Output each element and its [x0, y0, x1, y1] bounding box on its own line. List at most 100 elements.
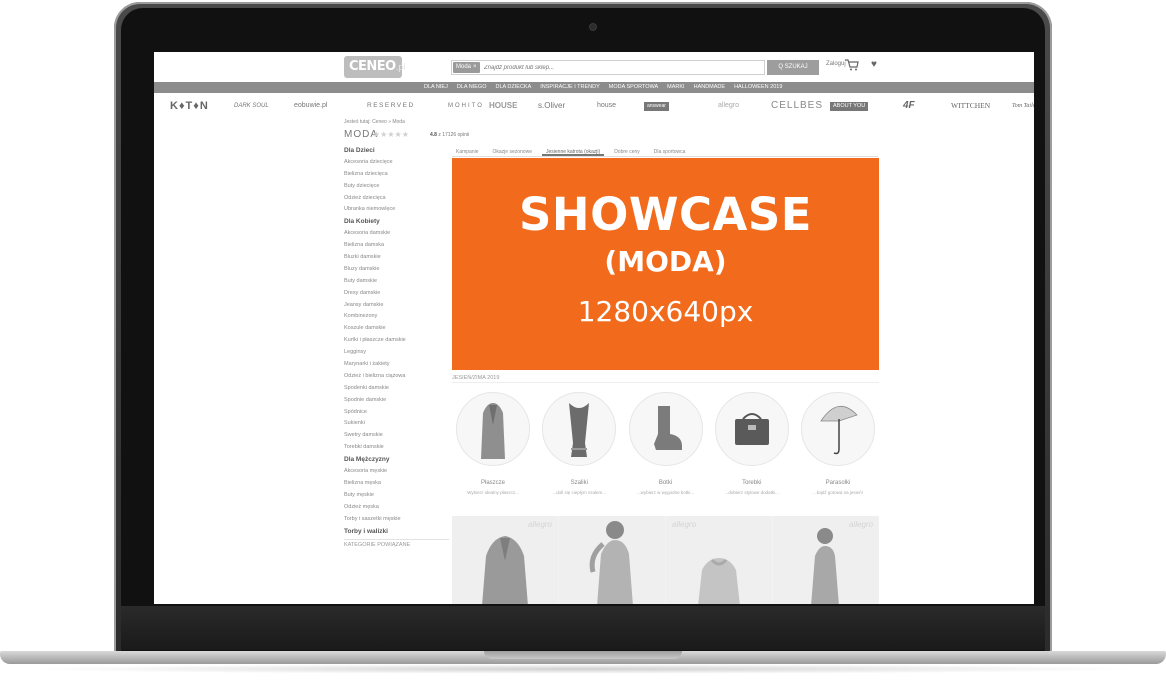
- promo-tab[interactable]: Dobre ceny: [610, 147, 644, 156]
- category-tile[interactable]: Parasolki ...bądź gotowa na jesień!: [797, 392, 879, 496]
- brand-logo[interactable]: DARK SOUL: [234, 95, 269, 117]
- login-link[interactable]: Zaloguj: [826, 61, 846, 67]
- sidebar-item[interactable]: Akcesoria dziecięce: [344, 157, 444, 169]
- brand-logo[interactable]: HOUSE: [489, 95, 517, 117]
- category-description: ...doll się ciepłym szalem...: [552, 490, 607, 495]
- promo-tab[interactable]: Dla sportowca: [650, 147, 690, 156]
- sidebar-item[interactable]: Dresy damskie: [344, 288, 444, 300]
- related-categories-heading: KATEGORIE POWIĄZANE: [344, 539, 449, 548]
- brand-logo[interactable]: allegro: [718, 95, 739, 117]
- sidebar-heading[interactable]: Dla Mężczyzny: [344, 454, 444, 466]
- category-name[interactable]: Płaszcze: [452, 480, 534, 486]
- category-tile[interactable]: Torebki ...dobierz stylowe dodatki...: [711, 392, 793, 496]
- sidebar-item[interactable]: Torebki damskie: [344, 442, 444, 454]
- category-tile[interactable]: Szaliki ...doll się ciepłym szalem...: [538, 392, 620, 496]
- nav-item[interactable]: MODA SPORTOWA: [609, 82, 658, 93]
- sidebar-item[interactable]: Odzież męska: [344, 502, 444, 514]
- nav-item[interactable]: MARKI: [667, 82, 684, 93]
- category-tile[interactable]: Botki ...wybierz w wygodne botki...: [625, 392, 707, 496]
- nav-item[interactable]: DLA NIEJ: [424, 82, 448, 93]
- brand-logo[interactable]: ABOUT YOU: [830, 102, 869, 111]
- sidebar-item[interactable]: Bielizna dziecięca: [344, 169, 444, 181]
- sidebar-item[interactable]: Bielizna męska: [344, 478, 444, 490]
- sidebar-item[interactable]: Akcesoria męskie: [344, 466, 444, 478]
- sidebar-item[interactable]: Legginsy: [344, 347, 444, 359]
- sidebar-item[interactable]: Sukienki: [344, 418, 444, 430]
- category-image[interactable]: [628, 392, 703, 466]
- category-description: Wybierz idealny płaszcz...: [467, 490, 519, 495]
- brand-logo[interactable]: answear: [644, 102, 669, 111]
- nav-item[interactable]: DLA NIEGO: [457, 82, 487, 93]
- nav-item[interactable]: HALLOWEEN 2019: [734, 82, 782, 93]
- brand-logo[interactable]: MOHITO: [448, 95, 484, 117]
- brand-logo[interactable]: house: [597, 95, 616, 117]
- brand-logo[interactable]: 4F: [903, 95, 915, 117]
- product-card[interactable]: allegro: [773, 516, 879, 604]
- sidebar-item[interactable]: Koszule damskie: [344, 323, 444, 335]
- brand-logo[interactable]: WITTCHEN: [951, 95, 990, 117]
- category-name[interactable]: Botki: [625, 480, 707, 486]
- nav-item[interactable]: INSPIRACJE I TRENDY: [540, 82, 600, 93]
- sidebar-heading[interactable]: Torby i walizki: [344, 526, 444, 538]
- sidebar-item[interactable]: Bluzki damskie: [344, 252, 444, 264]
- sidebar-heading[interactable]: Dla Kobiety: [344, 216, 444, 228]
- category-description: ...bądź gotowa na jesień!: [813, 490, 863, 495]
- nav-item[interactable]: HANDMADE: [694, 82, 725, 93]
- heart-icon[interactable]: ♥: [871, 60, 881, 70]
- product-strip: allegro allegro allegro: [452, 516, 879, 604]
- category-image[interactable]: [801, 392, 875, 466]
- close-icon[interactable]: ×: [473, 64, 477, 70]
- brand-logo[interactable]: Tom Tailor: [1012, 95, 1034, 117]
- rating-summary: 4.8 z 17126 opinii: [430, 132, 470, 138]
- sidebar-item[interactable]: Bluzy damskie: [344, 264, 444, 276]
- category-image[interactable]: [542, 392, 617, 466]
- product-card[interactable]: [559, 516, 665, 604]
- camera-icon: [590, 24, 596, 30]
- category-name[interactable]: Parasolki: [797, 480, 879, 486]
- brand-logo[interactable]: RESERVED: [367, 95, 415, 117]
- category-image[interactable]: [714, 392, 789, 466]
- sidebar-item[interactable]: Marynarki i żakiety: [344, 359, 444, 371]
- sidebar-item[interactable]: Torby i saszetki męskie: [344, 514, 444, 526]
- sidebar-item[interactable]: Odzież i bielizna ciążowa: [344, 371, 444, 383]
- search-button[interactable]: Q SZUKAJ: [767, 60, 819, 75]
- category-image[interactable]: [456, 392, 530, 466]
- season-label: JESIEŃ/ZIMA 2019: [452, 373, 879, 383]
- category-name[interactable]: Torebki: [711, 480, 793, 486]
- sidebar-item[interactable]: Kombinezony: [344, 311, 444, 323]
- brand-logo[interactable]: CELLBES: [771, 95, 823, 117]
- sidebar-item[interactable]: Kurtki i płaszcze damskie: [344, 335, 444, 347]
- sidebar-heading[interactable]: Dla Dzieci: [344, 145, 444, 157]
- sidebar-item[interactable]: Buty damskie: [344, 276, 444, 288]
- category-name[interactable]: Szaliki: [538, 480, 620, 486]
- sidebar-item[interactable]: Buty dziecięce: [344, 181, 444, 193]
- promo-tab[interactable]: Kampanie: [452, 147, 483, 156]
- sidebar-item[interactable]: Ubranka niemowlęce: [344, 204, 444, 216]
- product-card[interactable]: allegro: [452, 516, 558, 604]
- sidebar-item[interactable]: Jeansy damskie: [344, 300, 444, 312]
- sidebar-item[interactable]: Spodenki damskie: [344, 383, 444, 395]
- category-tile[interactable]: Płaszcze Wybierz idealny płaszcz...: [452, 392, 534, 496]
- laptop-base-notch: [484, 651, 682, 659]
- brand-logo[interactable]: s.Oliver: [538, 95, 565, 117]
- search-category-chip[interactable]: Moda ×: [453, 62, 480, 73]
- brand-logo[interactable]: K♦T♦N: [170, 95, 209, 117]
- banner-subtitle: (MODA): [604, 245, 727, 278]
- sidebar-item[interactable]: Spódnice: [344, 407, 444, 419]
- sidebar-item[interactable]: Spodnie damskie: [344, 395, 444, 407]
- nav-item[interactable]: DLA DZIECKA: [496, 82, 532, 93]
- sidebar-item[interactable]: Swetry damskie: [344, 430, 444, 442]
- sidebar-item[interactable]: Akcesoria damskie: [344, 228, 444, 240]
- showcase-banner[interactable]: SHOWCASE (MODA) 1280x640px: [452, 158, 879, 370]
- promo-tab[interactable]: Okazje sezonowe: [489, 147, 536, 156]
- promo-tab[interactable]: Jesienne katrota (okazji): [541, 147, 605, 156]
- ceneo-logo[interactable]: CENEO.pl: [344, 56, 406, 78]
- sidebar-item[interactable]: Bielizna damska: [344, 240, 444, 252]
- sidebar-item[interactable]: Buty męskie: [344, 490, 444, 502]
- sidebar-item[interactable]: Odzież dziecięca: [344, 193, 444, 205]
- coat-image: [698, 558, 740, 604]
- cart-icon[interactable]: [845, 59, 859, 71]
- product-card[interactable]: allegro: [666, 516, 772, 604]
- brand-logo[interactable]: eobuwie.pl: [294, 95, 327, 117]
- search-input[interactable]: [484, 61, 744, 74]
